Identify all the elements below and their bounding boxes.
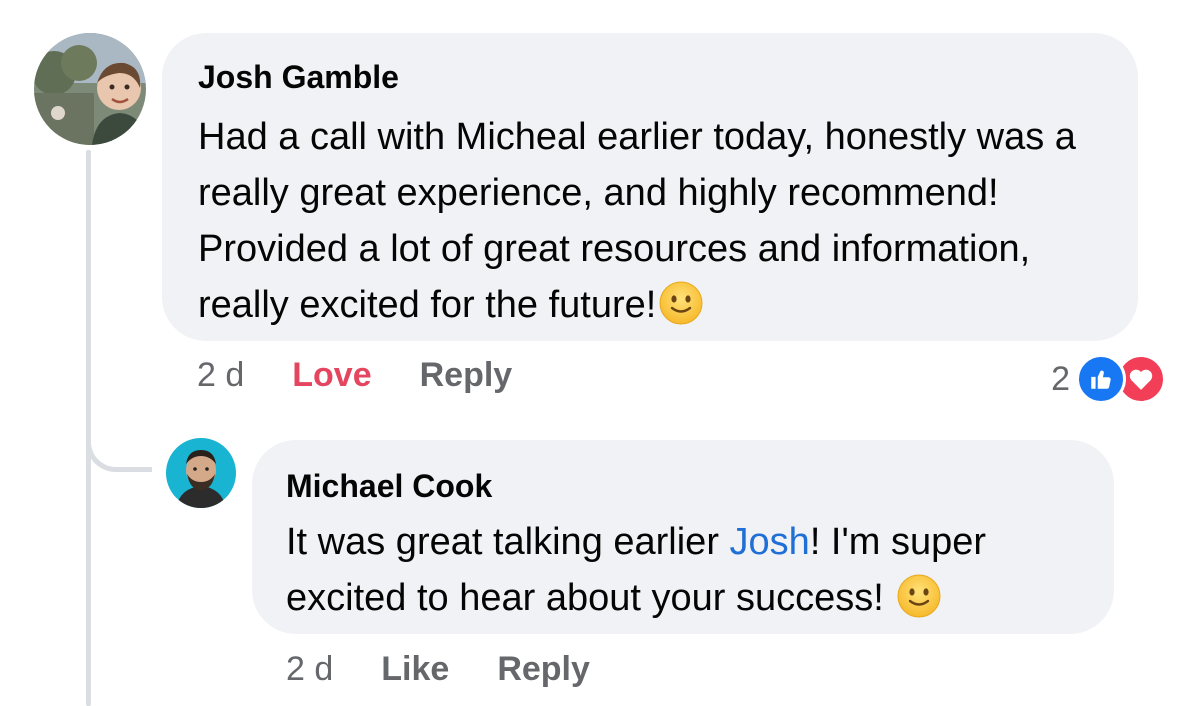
comment-bubble: Josh Gamble Had a call with Micheal earl… — [162, 33, 1138, 341]
reply-button[interactable]: Reply — [420, 356, 513, 395]
comment-actions: 2 d Love Reply — [197, 356, 560, 395]
slightly-smiling-face-icon — [896, 573, 942, 619]
reply-timestamp[interactable]: 2 d — [286, 650, 333, 689]
avatar[interactable] — [166, 438, 236, 508]
reply-bubble: Michael Cook It was great talking earlie… — [252, 440, 1114, 634]
avatar[interactable] — [34, 33, 146, 145]
reaction-summary[interactable]: 2 — [1051, 354, 1166, 404]
reply-connector — [86, 400, 152, 472]
slightly-smiling-face-icon — [658, 280, 704, 326]
reply-actions: 2 d Like Reply — [286, 650, 638, 689]
comment-author[interactable]: Josh Gamble — [198, 57, 1102, 97]
comment-text-content: Had a call with Micheal earlier today, h… — [198, 116, 1076, 326]
like-button[interactable]: Like — [381, 650, 449, 689]
reply-author[interactable]: Michael Cook — [286, 466, 1080, 506]
reaction-count: 2 — [1051, 359, 1070, 398]
like-icon — [1076, 354, 1126, 404]
reply-button[interactable]: Reply — [497, 650, 590, 689]
comment-text: Had a call with Micheal earlier today, h… — [198, 109, 1102, 333]
comment-timestamp[interactable]: 2 d — [197, 356, 244, 395]
reply-text: It was great talking earlier Josh! I'm s… — [286, 514, 1080, 626]
reply-text-before: It was great talking earlier — [286, 521, 730, 563]
love-button[interactable]: Love — [292, 356, 371, 395]
mention-link[interactable]: Josh — [730, 521, 810, 563]
